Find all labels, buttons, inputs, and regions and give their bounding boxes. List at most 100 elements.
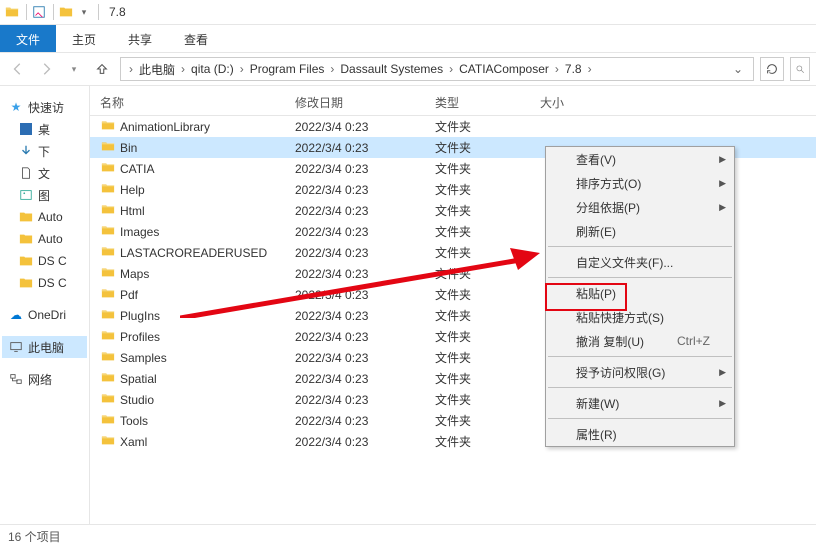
- context-menu-item[interactable]: 刷新(E): [546, 219, 734, 243]
- divider-icon: [53, 4, 54, 20]
- divider-icon: [26, 4, 27, 20]
- network[interactable]: 网络: [2, 368, 87, 390]
- folder-icon: [100, 433, 116, 450]
- search-box[interactable]: [790, 57, 810, 81]
- breadcrumb-segment[interactable]: Program Files: [246, 62, 329, 76]
- breadcrumb-segment[interactable]: Dassault Systemes: [336, 62, 447, 76]
- chevron-right-icon[interactable]: ›: [127, 62, 135, 76]
- fold-icon: [18, 231, 34, 247]
- column-headers[interactable]: 名称 修改日期 类型 大小: [90, 86, 816, 116]
- item-count: 16 个项目: [8, 530, 61, 544]
- file-type: 文件夹: [425, 370, 530, 387]
- file-date: 2022/3/4 0:23: [285, 351, 425, 365]
- sidebar-item[interactable]: Auto: [2, 228, 87, 250]
- breadcrumb-dropdown[interactable]: ⌄: [727, 62, 749, 76]
- file-date: 2022/3/4 0:23: [285, 414, 425, 428]
- file-type: 文件夹: [425, 223, 530, 240]
- forward-button[interactable]: [34, 57, 58, 81]
- folder-icon: [100, 286, 116, 303]
- file-type: 文件夹: [425, 265, 530, 282]
- context-menu-item[interactable]: 分组依据(P): [546, 195, 734, 219]
- ribbon-tab[interactable]: 主页: [56, 25, 112, 52]
- fold-icon: [18, 253, 34, 269]
- refresh-button[interactable]: [760, 57, 784, 81]
- chevron-right-icon[interactable]: ›: [553, 62, 561, 76]
- chevron-right-icon[interactable]: ›: [238, 62, 246, 76]
- menu-separator: [548, 246, 732, 247]
- column-date[interactable]: 修改日期: [285, 86, 425, 115]
- context-menu-item[interactable]: 自定义文件夹(F)...: [546, 250, 734, 274]
- ribbon-tab[interactable]: 查看: [168, 25, 224, 52]
- breadcrumb-segment[interactable]: qita (D:): [187, 62, 238, 76]
- chevron-right-icon[interactable]: ›: [447, 62, 455, 76]
- sidebar-item[interactable]: 文: [2, 162, 87, 184]
- chevron-right-icon[interactable]: ›: [179, 62, 187, 76]
- up-button[interactable]: [90, 57, 114, 81]
- folder-icon: [100, 370, 116, 387]
- sidebar-item-label: 此电脑: [28, 339, 64, 356]
- context-menu-item[interactable]: 授予访问权限(G): [546, 360, 734, 384]
- ribbon-tab[interactable]: 文件: [0, 25, 56, 52]
- file-name: Studio: [120, 393, 154, 407]
- chevron-right-icon[interactable]: ›: [328, 62, 336, 76]
- context-menu-item[interactable]: 查看(V): [546, 147, 734, 171]
- file-name: LASTACROREADERUSED: [120, 246, 267, 260]
- star-icon: ★: [8, 99, 24, 115]
- save-icon[interactable]: [31, 4, 47, 20]
- sidebar-item-label: 快速访: [28, 99, 64, 116]
- file-date: 2022/3/4 0:23: [285, 246, 425, 260]
- sidebar-item-label: DS C: [38, 254, 67, 268]
- sidebar-item-label: OneDri: [28, 308, 66, 322]
- sidebar-item[interactable]: 桌: [2, 118, 87, 140]
- context-menu-item[interactable]: 排序方式(O): [546, 171, 734, 195]
- back-button[interactable]: [6, 57, 30, 81]
- sidebar-item[interactable]: DS C: [2, 272, 87, 294]
- file-date: 2022/3/4 0:23: [285, 330, 425, 344]
- breadcrumb-segment[interactable]: 此电脑: [135, 61, 179, 78]
- file-date: 2022/3/4 0:23: [285, 141, 425, 155]
- context-menu-item[interactable]: 新建(W): [546, 391, 734, 415]
- context-menu-item[interactable]: 属性(R): [546, 422, 734, 446]
- menu-item-label: 属性(R): [576, 426, 617, 443]
- folder-icon[interactable]: [58, 4, 74, 20]
- menu-item-label: 授予访问权限(G): [576, 364, 665, 381]
- file-date: 2022/3/4 0:23: [285, 120, 425, 134]
- table-row[interactable]: AnimationLibrary2022/3/4 0:23文件夹: [90, 116, 816, 137]
- column-name[interactable]: 名称: [90, 86, 285, 115]
- quick-access[interactable]: ★ 快速访: [2, 96, 87, 118]
- breadcrumb-segment[interactable]: 7.8: [561, 62, 586, 76]
- ribbon-tab[interactable]: 共享: [112, 25, 168, 52]
- chevron-right-icon[interactable]: ›: [586, 62, 594, 76]
- context-menu-item[interactable]: 粘贴快捷方式(S): [546, 305, 734, 329]
- sidebar-item-label: DS C: [38, 276, 67, 290]
- nav-pane[interactable]: ★ 快速访 桌下文图AutoAutoDS CDS C ☁ OneDri 此电脑 …: [0, 86, 90, 524]
- sidebar-item[interactable]: 下: [2, 140, 87, 162]
- file-date: 2022/3/4 0:23: [285, 225, 425, 239]
- onedrive[interactable]: ☁ OneDri: [2, 304, 87, 326]
- sidebar-item[interactable]: 图: [2, 184, 87, 206]
- file-date: 2022/3/4 0:23: [285, 267, 425, 281]
- sidebar-item[interactable]: DS C: [2, 250, 87, 272]
- file-date: 2022/3/4 0:23: [285, 162, 425, 176]
- context-menu-item[interactable]: 撤消 复制(U)Ctrl+Z: [546, 329, 734, 353]
- this-pc[interactable]: 此电脑: [2, 336, 87, 358]
- menu-item-label: 自定义文件夹(F)...: [576, 254, 673, 271]
- ribbon-tabs: 文件主页共享查看: [0, 24, 816, 52]
- column-size[interactable]: 大小: [530, 86, 630, 115]
- desk-icon: [18, 121, 34, 137]
- file-name: AnimationLibrary: [120, 120, 210, 134]
- column-type[interactable]: 类型: [425, 86, 530, 115]
- file-type: 文件夹: [425, 307, 530, 324]
- sidebar-item[interactable]: Auto: [2, 206, 87, 228]
- file-type: 文件夹: [425, 412, 530, 429]
- breadcrumb[interactable]: › 此电脑›qita (D:)›Program Files›Dassault S…: [120, 57, 754, 81]
- file-date: 2022/3/4 0:23: [285, 372, 425, 386]
- divider-icon: [98, 4, 99, 20]
- dropdown-caret-icon[interactable]: ▾: [76, 4, 92, 20]
- breadcrumb-segment[interactable]: CATIAComposer: [455, 62, 553, 76]
- recent-dropdown[interactable]: ▾: [62, 57, 86, 81]
- context-menu-item[interactable]: 粘贴(P): [546, 281, 734, 305]
- file-date: 2022/3/4 0:23: [285, 309, 425, 323]
- menu-separator: [548, 356, 732, 357]
- menu-separator: [548, 387, 732, 388]
